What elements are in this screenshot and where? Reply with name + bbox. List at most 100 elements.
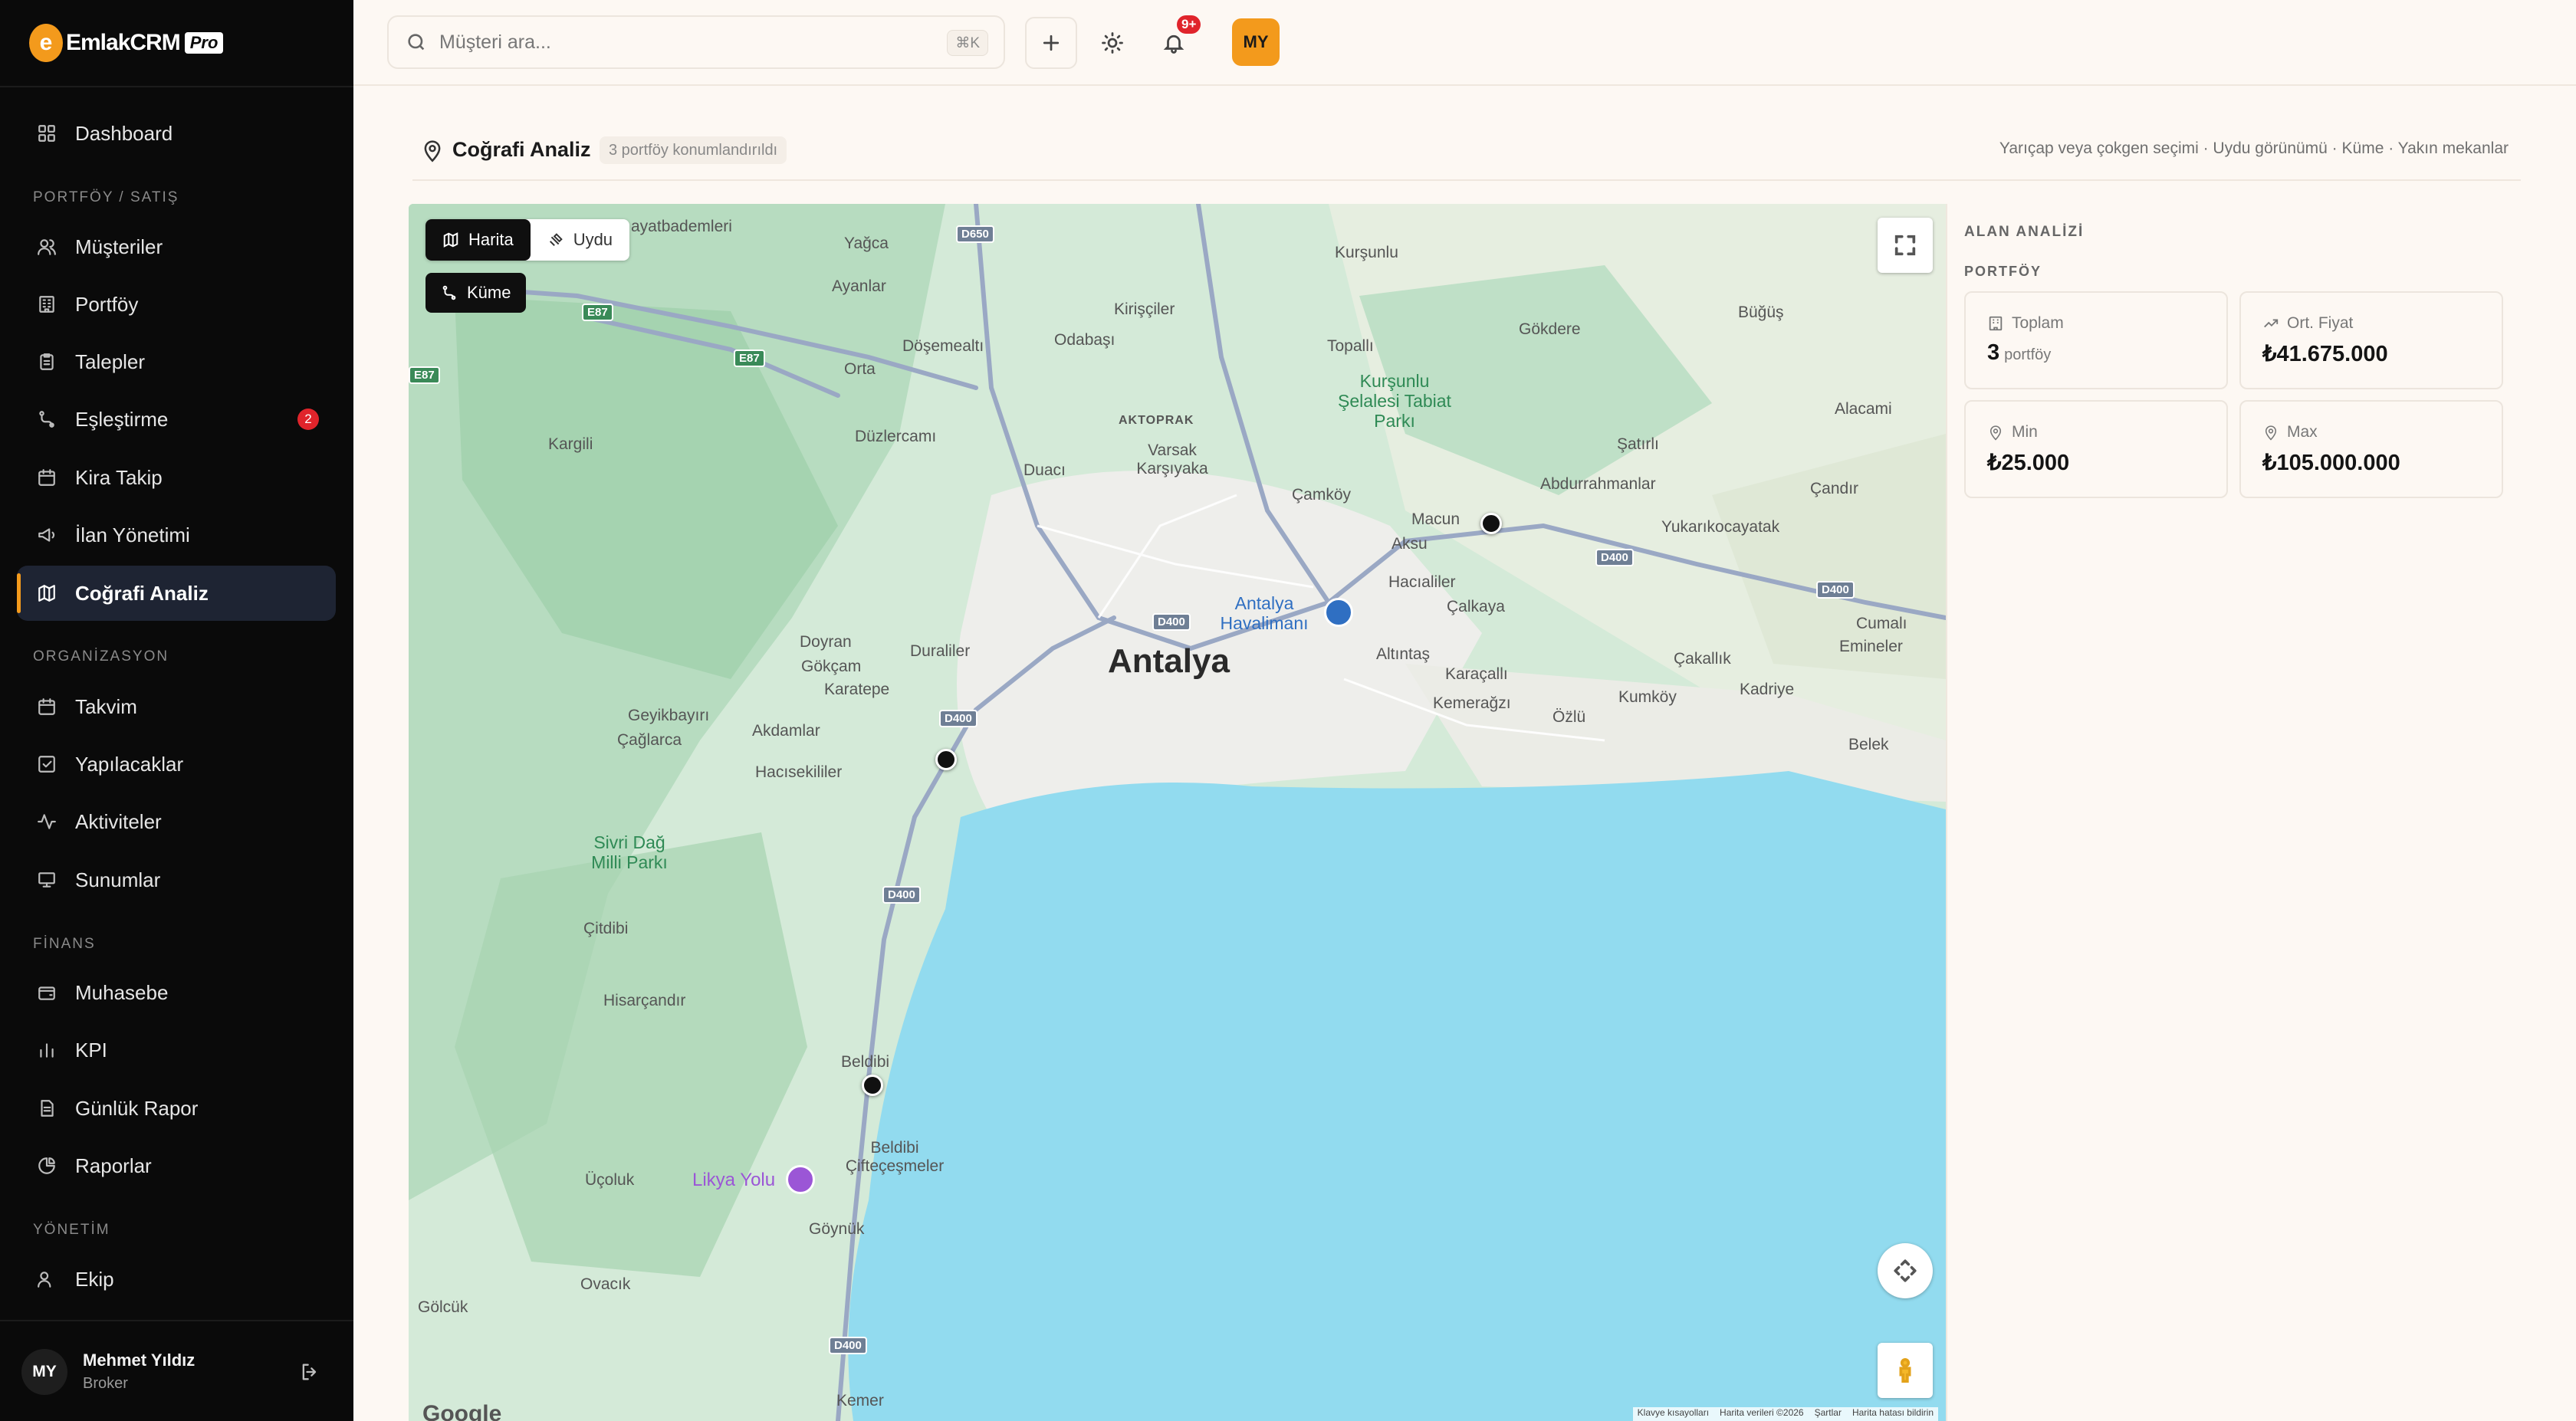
sidebar-item-raporlar[interactable]: Raporlar [17,1138,336,1193]
sidebar-item-yapilacaklar[interactable]: Yapılacaklar [17,737,336,792]
sidebar-item-cografi-analiz[interactable]: Coğrafi Analiz [17,566,336,621]
pie-chart-icon [37,1156,57,1176]
stat-label: Ort. Fiyat [2262,314,2353,333]
portfolio-marker[interactable] [1480,513,1502,534]
bell-icon [1163,34,1184,54]
notification-badge: 9+ [1177,15,1201,34]
sidebar-item-label: Aktiviteler [75,809,162,833]
map-label: Çalkaya [1447,598,1505,615]
camera-control-button[interactable] [1878,1243,1933,1298]
sidebar-item-kpi[interactable]: KPI [17,1022,336,1078]
fullscreen-button[interactable] [1878,218,1933,273]
sidebar: e EmlakCRM Pro Dashboard PORTFÖY / SATIŞ… [0,0,353,1421]
user-avatar-button[interactable]: MY [1232,18,1280,66]
sidebar-item-ilan-yonetimi[interactable]: İlan Yönetimi [17,507,336,563]
stat-label-text: Max [2287,423,2318,441]
map-label: Varsak Karşıyaka [1136,441,1208,477]
stat-label: Max [2262,423,2318,441]
sidebar-item-musteriler[interactable]: Müşteriler [17,219,336,274]
app-logo[interactable]: e EmlakCRM Pro [29,23,224,63]
map-label: Çandır [1810,480,1859,497]
map-label: Kargili [548,435,593,453]
sidebar-item-sunumlar[interactable]: Sunumlar [17,852,336,907]
camera-poi-icon[interactable] [786,1165,815,1194]
map-label: Abdurrahmanlar [1540,475,1656,493]
theme-toggle-button[interactable] [1086,17,1138,69]
pegman-icon [1899,1357,1911,1383]
sidebar-item-ekip[interactable]: Ekip [17,1252,336,1307]
airport-icon[interactable] [1324,598,1353,627]
sidebar-item-label: Sunumlar [75,868,161,891]
sidebar-item-gunluk-rapor[interactable]: Günlük Rapor [17,1081,336,1136]
cluster-button[interactable]: Küme [426,273,527,313]
map-label: Ayanlar [832,277,886,295]
map-label: Öz̈lü [1552,708,1586,726]
add-button[interactable] [1025,17,1077,69]
stat-average-price: Ort. Fiyat ₺41.675.000 [2239,291,2503,389]
fullscreen-icon [1894,235,1916,256]
map-icon [37,583,57,603]
checkbox-icon [37,754,57,774]
section-portfolio: PORTFÖY / SATIŞ [33,189,179,205]
activity-icon [37,812,57,832]
sidebar-item-muhasebe[interactable]: Muhasebe [17,965,336,1020]
portfolio-marker[interactable] [862,1075,883,1096]
city-label: Antalya [1108,642,1230,680]
attribution-link[interactable]: Harita hatası bildirin [1852,1407,1934,1421]
building-icon [37,294,57,314]
map-mode-button[interactable]: Harita [426,219,531,261]
sidebar-item-dashboard[interactable]: Dashboard [17,106,336,161]
sidebar-item-talepler[interactable]: Talepler [17,334,336,389]
report-icon [37,1098,57,1118]
stat-min: Min ₺25.000 [1964,400,2228,498]
map-pin-icon [2265,425,2277,441]
map-label: Duraliler [910,642,971,660]
user-profile[interactable]: MY Mehmet Yıldız Broker [0,1320,353,1421]
map-label: Kadriye [1740,681,1795,698]
stat-unit: portföy [2004,346,2052,363]
road-sign: E87 [734,350,765,367]
bar-chart-icon [37,1040,57,1060]
sidebar-item-label: Yapılacaklar [75,752,184,776]
notifications-button[interactable]: 9+ [1148,15,1201,69]
map-label: Ovacık [580,1275,631,1293]
sidebar-item-eslestirme[interactable]: Eşleştirme 2 [17,392,336,447]
sidebar-item-kira-takip[interactable]: Kira Takip [17,450,336,505]
cluster-icon [442,285,456,300]
map-label: Geyikbayırı [628,707,710,724]
section-organization: ORGANİZASYON [33,648,169,665]
sidebar-item-takvim[interactable]: Takvim [17,679,336,734]
grid-icon [37,123,57,143]
megaphone-icon [37,525,57,545]
street-view-button[interactable] [1878,1343,1933,1398]
page-title: Coğrafi Analiz [452,138,591,161]
avatar: MY [21,1349,67,1395]
map-label: Çakallık [1674,650,1731,668]
logout-icon[interactable] [299,1361,320,1383]
map-label: Macun [1411,510,1460,528]
map-label: Hacıaliler [1388,573,1456,591]
map-label: Topallı [1327,337,1374,355]
search-box[interactable]: ⌘K [387,15,1005,69]
section-management: YÖNETİM [33,1222,110,1238]
sidebar-item-label: Dashboard [75,121,173,145]
portfolio-marker[interactable] [935,749,957,770]
attribution-link[interactable]: Şartlar [1815,1407,1842,1421]
map-label: Çitdibi [583,920,629,937]
sidebar-item-aktiviteler[interactable]: Aktiviteler [17,794,336,849]
stat-max: Max ₺105.000.000 [2239,400,2503,498]
map-type-toggle[interactable]: Harita Uydu [426,219,630,261]
map-label: Yağca [844,235,889,252]
logo-text: EmlakCRM [66,30,181,55]
road-sign: D400 [1816,581,1855,599]
satellite-mode-label: Uydu [573,230,613,249]
presentation-icon [37,870,57,890]
satellite-mode-button[interactable]: Uydu [531,219,629,261]
sidebar-item-portfoy[interactable]: Portföy [17,277,336,332]
map-canvas[interactable]: ayatbademleri Yağca Kurşunlu Ayanlar Kir… [409,204,1946,1421]
map-label: Akdamlar [752,722,820,740]
map-label: Aksu [1392,535,1428,553]
sidebar-divider [0,86,353,87]
attribution-link[interactable]: Klavye kısayolları [1638,1407,1709,1421]
search-input[interactable] [439,31,915,54]
